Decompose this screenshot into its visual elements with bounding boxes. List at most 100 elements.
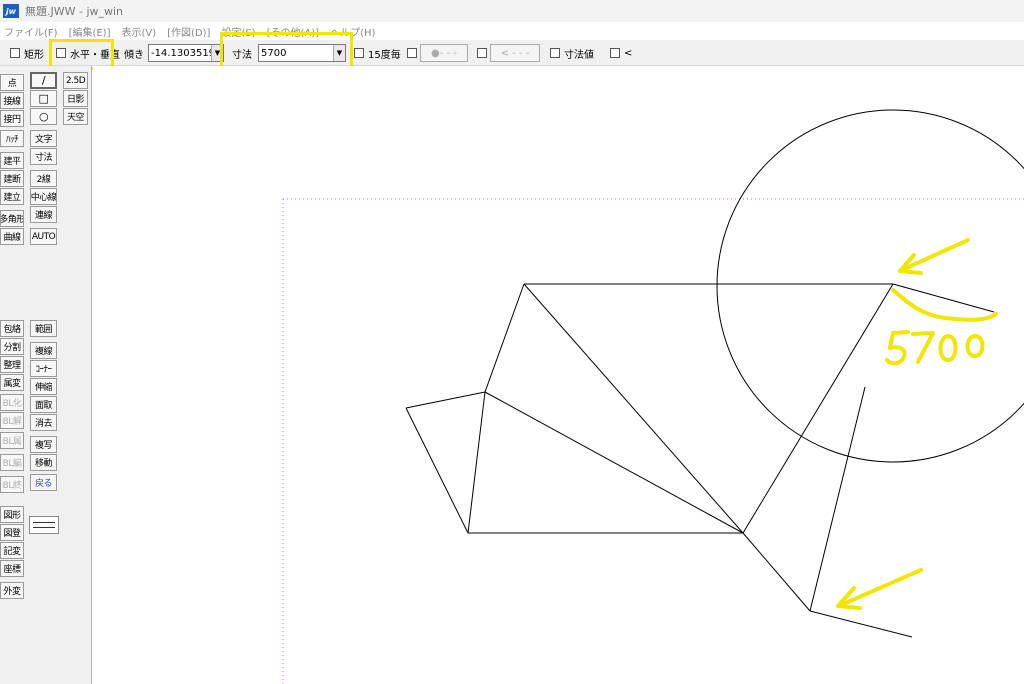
menu-other[interactable]: [その他(A)] (267, 24, 319, 39)
arrow-line-button[interactable]: < - - - (490, 44, 540, 62)
tool-copy[interactable]: 複写 (30, 436, 57, 453)
menu-draw[interactable]: [作図(D)] (167, 24, 210, 39)
menu-edit[interactable]: [編集(E)] (69, 24, 111, 39)
tool-undo[interactable]: 戻る (30, 474, 57, 491)
tool-centerline[interactable]: 中心線 (30, 188, 57, 205)
tool-section[interactable]: 建断 (0, 170, 24, 187)
tool-point[interactable]: 点 (0, 74, 24, 91)
angle-dropdown-icon[interactable]: ▼ (211, 45, 223, 61)
linetype-preview[interactable] (29, 516, 59, 534)
menu-bar: ファイル(F) [編集(E)] 表示(V) [作図(D)] 設定(S) [その他… (0, 22, 1024, 40)
lt-checkbox[interactable]: < (610, 46, 632, 60)
dimval-label: 寸法値 (564, 49, 594, 61)
drawn-line (467, 391, 486, 534)
tool-chamfer[interactable]: 面取 (30, 396, 57, 413)
tool-circle[interactable]: ○ (30, 108, 57, 125)
left-toolbox: 点 接線 接円 ﾊｯﾁ 建平 建断 建立 多角形 曲線 / □ ○ 文字 寸法 … (0, 66, 92, 684)
dim-combo[interactable]: 5700 ▼ (258, 44, 346, 62)
tool-tan-circle[interactable]: 接円 (0, 110, 24, 127)
tool-figure-reg[interactable]: 図登 (0, 524, 24, 541)
dot-line-button[interactable]: ●- - - (420, 44, 468, 62)
tool-2-5d[interactable]: 2.5D (63, 72, 88, 89)
deg15-checkbox-box[interactable] (354, 48, 364, 58)
title-bar: jw 無題.JWW - jw_win (0, 0, 1024, 22)
drawn-line (523, 283, 744, 534)
dim-dropdown-icon[interactable]: ▼ (333, 45, 345, 61)
tool-auto[interactable]: AUTO (30, 228, 57, 245)
tool-external[interactable]: 外変 (0, 582, 24, 599)
rect-checkbox[interactable]: 矩形 (10, 46, 44, 61)
menu-help[interactable]: ヘルプ(H) (330, 24, 375, 39)
lt-checkbox-box[interactable] (610, 48, 620, 58)
tool-text[interactable]: 文字 (30, 130, 57, 147)
angle-combo[interactable]: -14.1303519 ▼ (148, 44, 224, 62)
tool-plan[interactable]: 建平 (0, 152, 24, 169)
tool-tangent[interactable]: 接線 (0, 92, 24, 109)
tool-polygon[interactable]: 多角形 (0, 210, 24, 227)
hv-checkbox[interactable]: 水平・垂直 (56, 46, 120, 61)
app-icon: jw (3, 4, 19, 18)
arrow-checkbox[interactable] (477, 46, 491, 60)
drawn-line (405, 391, 486, 409)
dot-checkbox-box[interactable] (407, 48, 417, 58)
tool-corner[interactable]: ｺｰﾅｰ (30, 360, 57, 377)
drawn-line (484, 283, 525, 393)
drawn-line (809, 386, 866, 612)
tool-shadow[interactable]: 日影 (63, 90, 88, 107)
arrow-checkbox-box[interactable] (477, 48, 487, 58)
lt-label: < (624, 47, 633, 59)
angle-arc-icon (891, 288, 998, 322)
drawn-line (484, 391, 744, 534)
tool-figure[interactable]: 図形 (0, 506, 24, 523)
tool-arrange[interactable]: 整理 (0, 356, 24, 373)
drawing-svg[interactable] (93, 66, 1024, 684)
tool-bl-attr[interactable]: BL属 (0, 432, 24, 449)
dot-checkbox[interactable] (407, 46, 421, 60)
drawn-circle[interactable] (716, 109, 1024, 463)
menu-file[interactable]: ファイル(F) (4, 24, 58, 39)
tool-stretch[interactable]: 伸縮 (30, 378, 57, 395)
tool-note-change[interactable]: 記変 (0, 542, 24, 559)
tool-bl-edit[interactable]: BL編 (0, 454, 24, 471)
drawn-lines[interactable] (405, 283, 995, 638)
annotation-overlay (836, 238, 998, 610)
drawn-line (892, 283, 995, 313)
angle-value: -14.1303519 (151, 47, 216, 59)
deg15-checkbox[interactable]: 15度毎 (354, 46, 401, 61)
tool-rectangle[interactable]: □ (30, 90, 57, 107)
handwritten-5700 (885, 330, 985, 366)
tool-erase[interactable]: 消去 (30, 414, 57, 431)
tool-coordinate[interactable]: 座標 (0, 560, 24, 577)
dimval-checkbox-box[interactable] (550, 48, 560, 58)
tool-divide[interactable]: 分割 (0, 338, 24, 355)
rect-checkbox-box[interactable] (10, 48, 20, 58)
tool-double-line[interactable]: 2線 (30, 170, 57, 187)
tool-move[interactable]: 移動 (30, 454, 57, 471)
tool-line[interactable]: / (30, 72, 57, 89)
tool-attr-change[interactable]: 属変 (0, 374, 24, 391)
tool-bl-make[interactable]: BL化 (0, 394, 24, 411)
arrow-icon (898, 238, 970, 275)
dim-label: 寸法 (232, 49, 252, 61)
tool-dimension[interactable]: 寸法 (30, 148, 57, 165)
drawn-line (742, 532, 811, 612)
menu-view[interactable]: 表示(V) (122, 24, 157, 39)
tool-offset[interactable]: 複線 (30, 342, 57, 359)
tool-bl-end[interactable]: BL終 (0, 476, 24, 493)
menu-settings[interactable]: 設定(S) (221, 24, 255, 39)
tool-envelope[interactable]: 包絡 (0, 320, 24, 337)
deg15-label: 15度毎 (368, 49, 401, 61)
angle-label: 傾き (124, 49, 144, 61)
window-title: 無題.JWW - jw_win (25, 5, 124, 18)
tool-bl-break[interactable]: BL解 (0, 412, 24, 429)
tool-range[interactable]: 範囲 (30, 320, 57, 337)
hv-checkbox-box[interactable] (56, 48, 66, 58)
tool-elevation[interactable]: 建立 (0, 188, 24, 205)
dim-value: 5700 (261, 47, 287, 59)
drawing-canvas[interactable] (93, 66, 1024, 684)
dimval-checkbox[interactable]: 寸法値 (550, 46, 594, 61)
tool-sky[interactable]: 天空 (63, 108, 88, 125)
tool-continuous[interactable]: 連線 (30, 206, 57, 223)
tool-curve[interactable]: 曲線 (0, 228, 24, 245)
tool-hatch[interactable]: ﾊｯﾁ (0, 130, 24, 147)
